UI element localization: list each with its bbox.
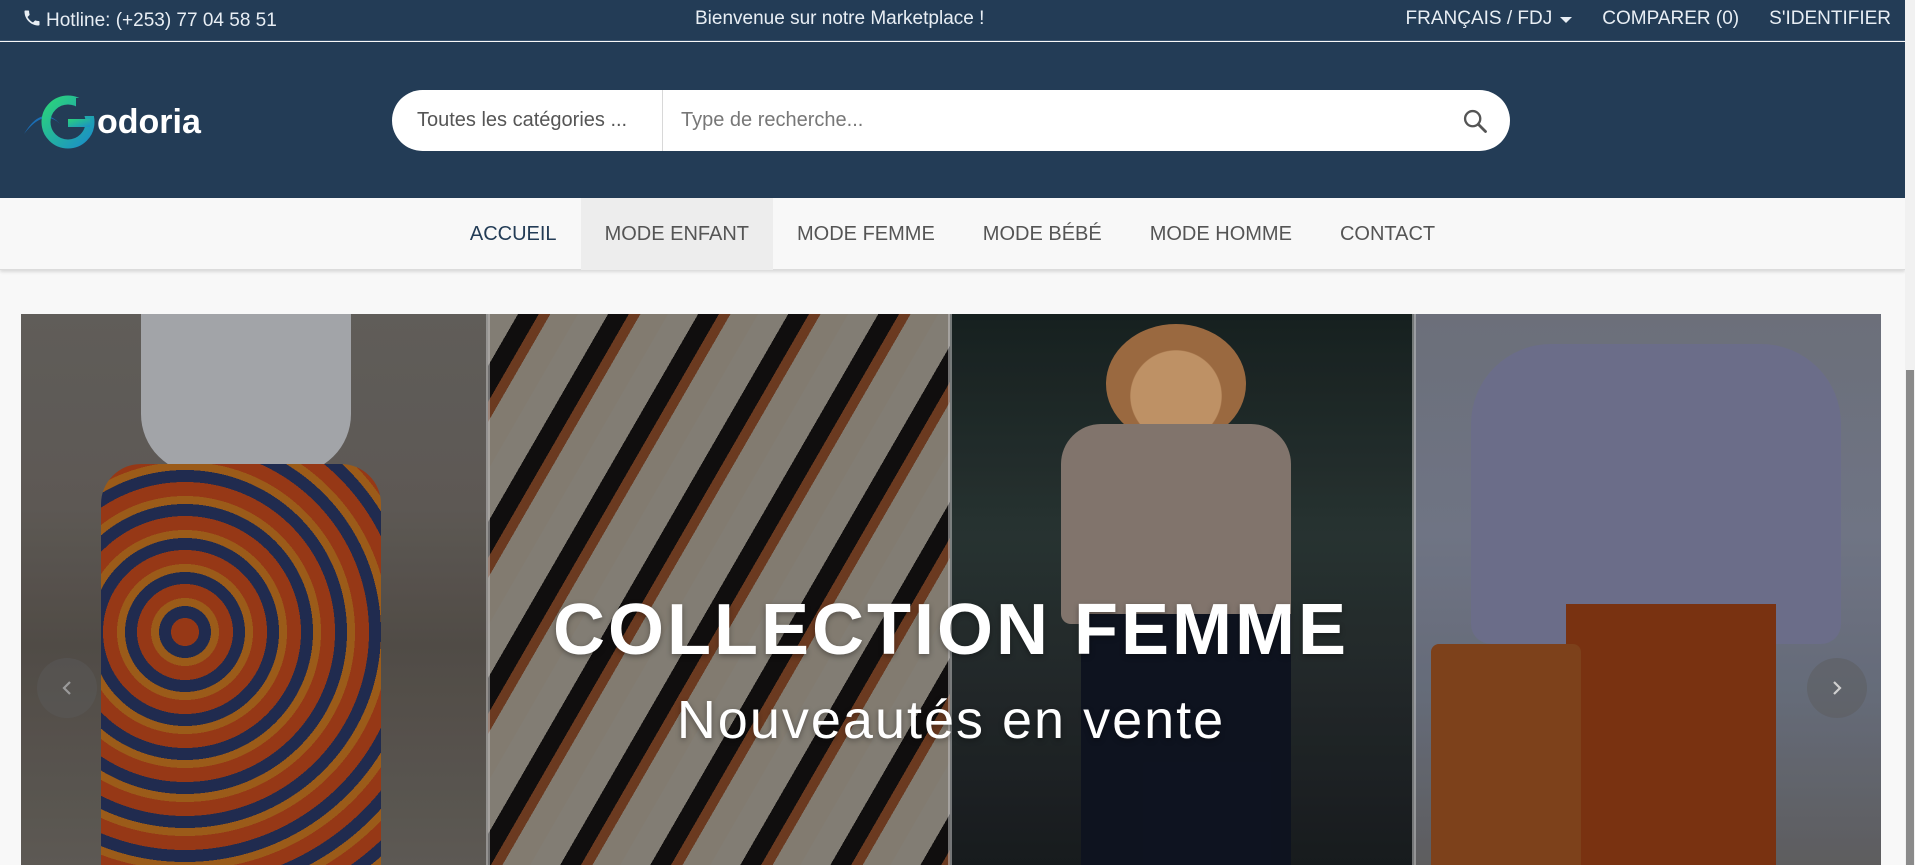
compare-link[interactable]: COMPARER (0)	[1602, 8, 1739, 30]
slider-next-button[interactable]	[1807, 658, 1867, 718]
nav-item-mode-enfant[interactable]: MODE ENFANT	[580, 198, 774, 270]
nav-item-mode-bebe[interactable]: MODE BÉBÉ	[959, 198, 1126, 270]
hotline: Hotline: (+253) 77 04 58 51	[22, 8, 277, 34]
slider-prev-button[interactable]	[37, 658, 97, 718]
nav-item-mode-femme[interactable]: MODE FEMME	[773, 198, 959, 270]
site-logo[interactable]: odoria	[22, 94, 201, 150]
hero-subtitle: Nouveautés en vente	[676, 690, 1226, 750]
hero-slider[interactable]: COLLECTION FEMME Nouveautés en vente	[21, 314, 1881, 865]
phone-icon	[22, 8, 42, 34]
language-label: FRANÇAIS / FDJ	[1405, 8, 1553, 29]
login-link[interactable]: S'IDENTIFIER	[1769, 8, 1891, 30]
hotline-text: Hotline: (+253) 77 04 58 51	[46, 10, 277, 31]
caret-down-icon	[1560, 17, 1573, 23]
nav-item-mode-homme[interactable]: MODE HOMME	[1126, 198, 1316, 270]
search-bar: Toutes les catégories ...	[392, 90, 1510, 151]
search-input[interactable]	[663, 90, 1440, 151]
main-nav: ACCUEIL MODE ENFANT MODE FEMME MODE BÉBÉ…	[0, 198, 1905, 270]
chevron-right-icon	[1833, 681, 1842, 695]
logo-text: odoria	[97, 102, 201, 141]
welcome-message: Bienvenue sur notre Marketplace !	[695, 8, 985, 29]
language-currency-selector[interactable]: FRANÇAIS / FDJ	[1406, 8, 1573, 30]
top-bar: Hotline: (+253) 77 04 58 51 Bienvenue su…	[0, 0, 1905, 41]
scrollbar-thumb[interactable]	[1906, 370, 1914, 865]
logo-mark-icon	[24, 95, 96, 149]
category-select[interactable]: Toutes les catégories ...	[392, 90, 663, 151]
search-icon	[1463, 109, 1487, 133]
page-scrollbar[interactable]	[1905, 0, 1915, 865]
nav-item-accueil[interactable]: ACCUEIL	[446, 198, 581, 270]
nav-item-contact[interactable]: CONTACT	[1316, 198, 1459, 270]
site-header: odoria Toutes les catégories ...	[0, 42, 1905, 198]
search-button[interactable]	[1440, 90, 1510, 151]
chevron-left-icon	[62, 681, 71, 695]
hero-title: COLLECTION FEMME	[553, 590, 1349, 670]
